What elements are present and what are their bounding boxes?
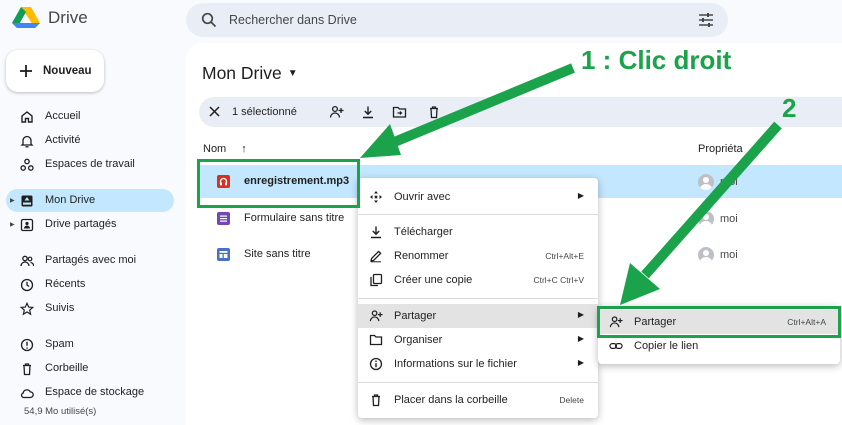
annotation-step2: 2: [782, 93, 797, 123]
arrow-step1-icon: [360, 63, 575, 158]
arrow-step2-icon: [620, 121, 782, 305]
annotation-step1: 1 : Clic droit: [581, 45, 732, 75]
